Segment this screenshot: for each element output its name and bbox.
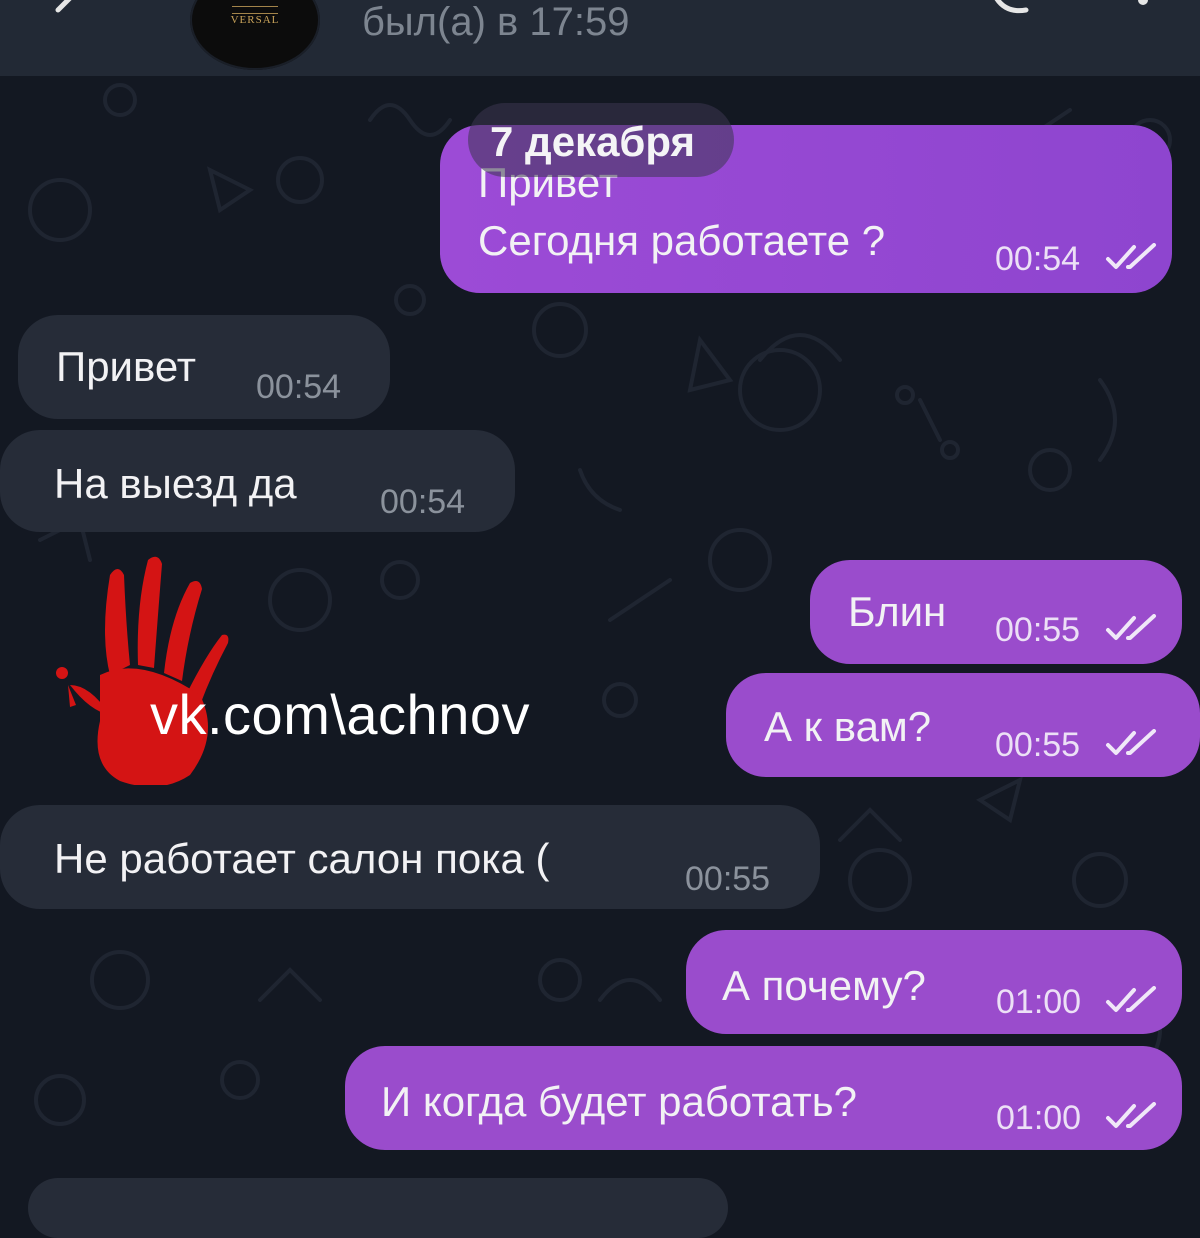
message-text: Не работает салон пока ( bbox=[54, 835, 550, 882]
avatar-ornament bbox=[232, 6, 278, 14]
avatar[interactable]: VERSAL bbox=[190, 0, 320, 70]
message-text: А почему? bbox=[722, 962, 926, 1009]
message-time: 00:54 bbox=[380, 483, 466, 521]
more-icon[interactable] bbox=[1128, 0, 1158, 14]
incoming-message[interactable]: Не работает салон пока ( 00:55 bbox=[0, 805, 820, 909]
message-text: Привет bbox=[56, 343, 197, 390]
outgoing-message[interactable]: А к вам? 00:55 bbox=[726, 673, 1200, 777]
message-text: А к вам? bbox=[764, 703, 932, 750]
message-time: 00:54 bbox=[256, 368, 342, 406]
outgoing-message[interactable]: А почему? 01:00 bbox=[686, 930, 1182, 1034]
avatar-logo-text: VERSAL bbox=[230, 14, 280, 26]
incoming-message[interactable]: На выезд да 00:54 bbox=[0, 430, 515, 532]
message-time: 00:55 bbox=[995, 611, 1081, 649]
double-check-icon bbox=[1106, 1102, 1156, 1128]
message-text: И когда будет работать? bbox=[381, 1078, 858, 1125]
message-time: 00:55 bbox=[995, 726, 1081, 764]
message-time: 01:00 bbox=[996, 1099, 1082, 1137]
double-check-icon bbox=[1106, 243, 1156, 269]
phone-icon[interactable] bbox=[990, 0, 1030, 18]
incoming-message[interactable]: Привет 00:54 bbox=[18, 315, 390, 419]
double-check-icon bbox=[1106, 614, 1156, 640]
message-time: 00:55 bbox=[685, 860, 771, 898]
double-check-icon bbox=[1106, 729, 1156, 755]
message-time: 00:54 bbox=[995, 240, 1081, 278]
message-text-line: Сегодня работаете ? bbox=[478, 217, 886, 264]
double-check-icon bbox=[1106, 986, 1156, 1012]
chat-header: VERSAL был(а) в 17:59 bbox=[0, 0, 1200, 76]
red-handprint-icon bbox=[56, 556, 229, 785]
last-seen-status: был(а) в 17:59 bbox=[362, 0, 630, 44]
incoming-message-partial[interactable] bbox=[28, 1178, 728, 1238]
date-divider: 7 декабря bbox=[490, 118, 695, 165]
message-time: 01:00 bbox=[996, 983, 1082, 1021]
message-text: На выезд да bbox=[54, 460, 297, 507]
watermark-text: vk.com\achnov bbox=[150, 683, 530, 746]
outgoing-message[interactable]: И когда будет работать? 01:00 bbox=[345, 1046, 1182, 1150]
message-text: Блин bbox=[848, 588, 947, 635]
back-arrow-icon[interactable] bbox=[50, 0, 80, 16]
outgoing-message[interactable]: Блин 00:55 bbox=[810, 560, 1182, 664]
